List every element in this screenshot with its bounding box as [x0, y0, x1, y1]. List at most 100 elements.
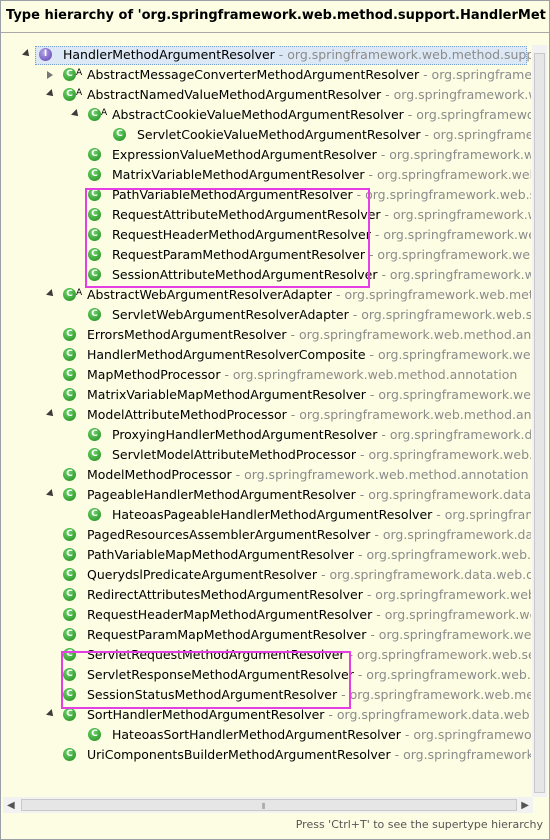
tree-row[interactable]: A AbstractMessageConverterMethodArgumentR…	[1, 65, 531, 85]
vertical-scrollbar[interactable]	[532, 45, 547, 797]
expand-twisty-icon[interactable]	[22, 49, 32, 59]
type-name: MapMethodProcessor	[87, 367, 221, 382]
grip-icon: ⦀	[262, 802, 266, 811]
vertical-scrollbar-thumb[interactable]	[534, 53, 545, 793]
package-name: - org.springframework.web.meth	[370, 627, 531, 642]
type-label: ExpressionValueMethodArgumentResolver - …	[112, 145, 531, 165]
type-label: PageableHandlerMethodArgumentResolver - …	[87, 485, 531, 505]
class-icon	[88, 728, 101, 741]
type-name: HateoasSortHandlerMethodArgumentResolver	[112, 727, 401, 742]
type-label: QuerydslPredicateArgumentResolver - org.…	[87, 565, 531, 585]
class-icon	[63, 408, 76, 421]
tree-row[interactable]: A AbstractCookieValueMethodArgumentResolv…	[1, 105, 531, 125]
package-name: - org.springframework.web.servlet	[356, 187, 531, 202]
type-name: ErrorsMethodArgumentResolver	[87, 327, 287, 342]
type-name: PageableHandlerMethodArgumentResolver	[87, 487, 356, 502]
package-name: - org.springframework.web.servlet.r	[352, 307, 531, 322]
tree-row[interactable]: A AbstractWebArgumentResolverAdapter - or…	[1, 285, 531, 305]
package-name: - org.springframework.web.method.annotat…	[231, 467, 529, 482]
expand-twisty-icon[interactable]	[46, 489, 56, 499]
abstract-class-icon	[88, 108, 101, 121]
type-label: AbstractMessageConverterMethodArgumentRe…	[87, 65, 531, 85]
tree-row[interactable]: ExpressionValueMethodArgumentResolver - …	[1, 145, 531, 165]
type-name: QuerydslPredicateArgumentResolver	[87, 567, 318, 582]
tree-row[interactable]: RedirectAttributesMethodArgumentResolver…	[1, 585, 531, 605]
expand-twisty-icon[interactable]	[71, 109, 81, 119]
package-name: - org.springframework.web.servl	[368, 167, 531, 182]
type-label: RedirectAttributesMethodArgumentResolver…	[87, 585, 531, 605]
type-label: HandlerMethodArgumentResolver - org.spri…	[63, 45, 531, 65]
package-name: - org.springframework.data.w	[404, 727, 531, 742]
type-label: PathVariableMapMethodArgumentResolver - …	[87, 545, 531, 565]
type-name: HandlerMethodArgumentResolver	[63, 47, 275, 62]
class-icon	[63, 568, 76, 581]
tree-row[interactable]: MatrixVariableMethodArgumentResolver - o…	[1, 165, 531, 185]
type-name: SortHandlerMethodArgumentResolver	[87, 707, 325, 722]
class-icon	[63, 328, 76, 341]
class-icon	[63, 348, 76, 361]
type-name: AbstractNamedValueMethodArgumentResolver	[87, 87, 382, 102]
package-name: - org.springframework.web.servle	[366, 587, 531, 602]
class-icon	[63, 748, 76, 761]
package-name: - org.springframework.web.se	[384, 207, 531, 222]
type-label: HateoasSortHandlerMethodArgumentResolver…	[112, 725, 531, 745]
tree-row[interactable]: ErrorsMethodArgumentResolver - org.sprin…	[1, 325, 531, 345]
tree-row[interactable]: HandlerMethodArgumentResolverComposite -…	[1, 345, 531, 365]
collapse-twisty-icon[interactable]	[47, 71, 53, 79]
tree-row[interactable]: ServletModelAttributeMethodProcessor - o…	[1, 445, 531, 465]
tree-row[interactable]: MapMethodProcessor - org.springframework…	[1, 365, 531, 385]
package-name: - org.springframework.data.web	[324, 707, 530, 722]
class-icon	[88, 448, 101, 461]
package-name: - org.springframework.web.b	[407, 107, 531, 122]
expand-twisty-icon[interactable]	[46, 89, 56, 99]
tree-row[interactable]: PageableHandlerMethodArgumentResolver - …	[1, 485, 531, 505]
tree-row[interactable]: HandlerMethodArgumentResolver - org.spri…	[1, 45, 531, 65]
tree-row[interactable]: ModelMethodProcessor - org.springframewo…	[1, 465, 531, 485]
class-icon	[63, 588, 76, 601]
type-label: AbstractWebArgumentResolverAdapter - org…	[87, 285, 531, 305]
type-hierarchy-popup: Type hierarchy of 'org.springframework.w…	[0, 0, 550, 840]
expand-twisty-icon[interactable]	[46, 289, 56, 299]
package-name: - org.springframework.web.m	[423, 67, 531, 82]
package-name: - org.springframework.web.meth	[380, 147, 531, 162]
horizontal-scrollbar-thumb[interactable]: ⦀	[21, 799, 517, 811]
scroll-right-arrow-icon[interactable]: ▶	[521, 800, 529, 811]
tree-row[interactable]: RequestHeaderMapMethodArgumentResolver -…	[1, 605, 531, 625]
expand-twisty-icon[interactable]	[46, 409, 56, 419]
type-name: HateoasPageableHandlerMethodArgumentReso…	[112, 507, 433, 522]
type-label: ModelMethodProcessor - org.springframewo…	[87, 465, 529, 485]
tree-row[interactable]: HateoasPageableHandlerMethodArgumentReso…	[1, 505, 531, 525]
tree-row[interactable]: A AbstractNamedValueMethodArgumentResolve…	[1, 85, 531, 105]
type-name: ServletModelAttributeMethodProcessor	[112, 447, 357, 462]
type-label: PagedResourcesAssemblerArgumentResolver …	[87, 525, 531, 545]
tree-row[interactable]: RequestParamMapMethodArgumentResolver - …	[1, 625, 531, 645]
type-label: AbstractNamedValueMethodArgumentResolver…	[87, 85, 531, 105]
tree-row[interactable]: PagedResourcesAssemblerArgumentResolver …	[1, 525, 531, 545]
tree-row[interactable]: ServletWebArgumentResolverAdapter - org.…	[1, 305, 531, 325]
type-label: HandlerMethodArgumentResolverComposite -…	[87, 345, 531, 365]
scroll-left-arrow-icon[interactable]: ◀	[7, 800, 15, 811]
type-name: UriComponentsBuilderMethodArgumentResolv…	[87, 747, 391, 762]
class-icon	[88, 168, 101, 181]
class-icon	[63, 608, 76, 621]
package-name: - org.springframework.web.method.annotat…	[290, 327, 531, 342]
package-name: - org.springframework.web.se	[381, 267, 531, 282]
tree-row[interactable]: HateoasSortHandlerMethodArgumentResolver…	[1, 725, 531, 745]
tree-row[interactable]: UriComponentsBuilderMethodArgumentResolv…	[1, 745, 531, 765]
type-label: ServletCookieValueMethodArgumentResolver…	[137, 125, 531, 145]
package-name: - org.springframework.web.method.annotat…	[220, 367, 518, 382]
tree-row[interactable]: MatrixVariableMapMethodArgumentResolver …	[1, 385, 531, 405]
tree-row[interactable]: ProxyingHandlerMethodArgumentResolver - …	[1, 425, 531, 445]
package-name: - org.springframework.web.met	[374, 227, 531, 242]
expand-twisty-icon[interactable]	[46, 709, 56, 719]
tree-row[interactable]: PathVariableMapMethodArgumentResolver - …	[1, 545, 531, 565]
tree-row[interactable]: ServletCookieValueMethodArgumentResolver…	[1, 125, 531, 145]
package-name: - org.springframework.web.servle	[369, 387, 531, 402]
package-name: - org.springframework.web.servlet	[358, 547, 531, 562]
title-divider	[1, 32, 549, 33]
tree-row[interactable]: QuerydslPredicateArgumentResolver - org.…	[1, 565, 531, 585]
type-name: HandlerMethodArgumentResolverComposite	[87, 347, 366, 362]
tree-row[interactable]: ModelAttributeMethodProcessor - org.spri…	[1, 405, 531, 425]
type-name: ServletWebArgumentResolverAdapter	[112, 307, 349, 322]
horizontal-scrollbar[interactable]: ◀ ⦀ ▶	[3, 797, 533, 813]
